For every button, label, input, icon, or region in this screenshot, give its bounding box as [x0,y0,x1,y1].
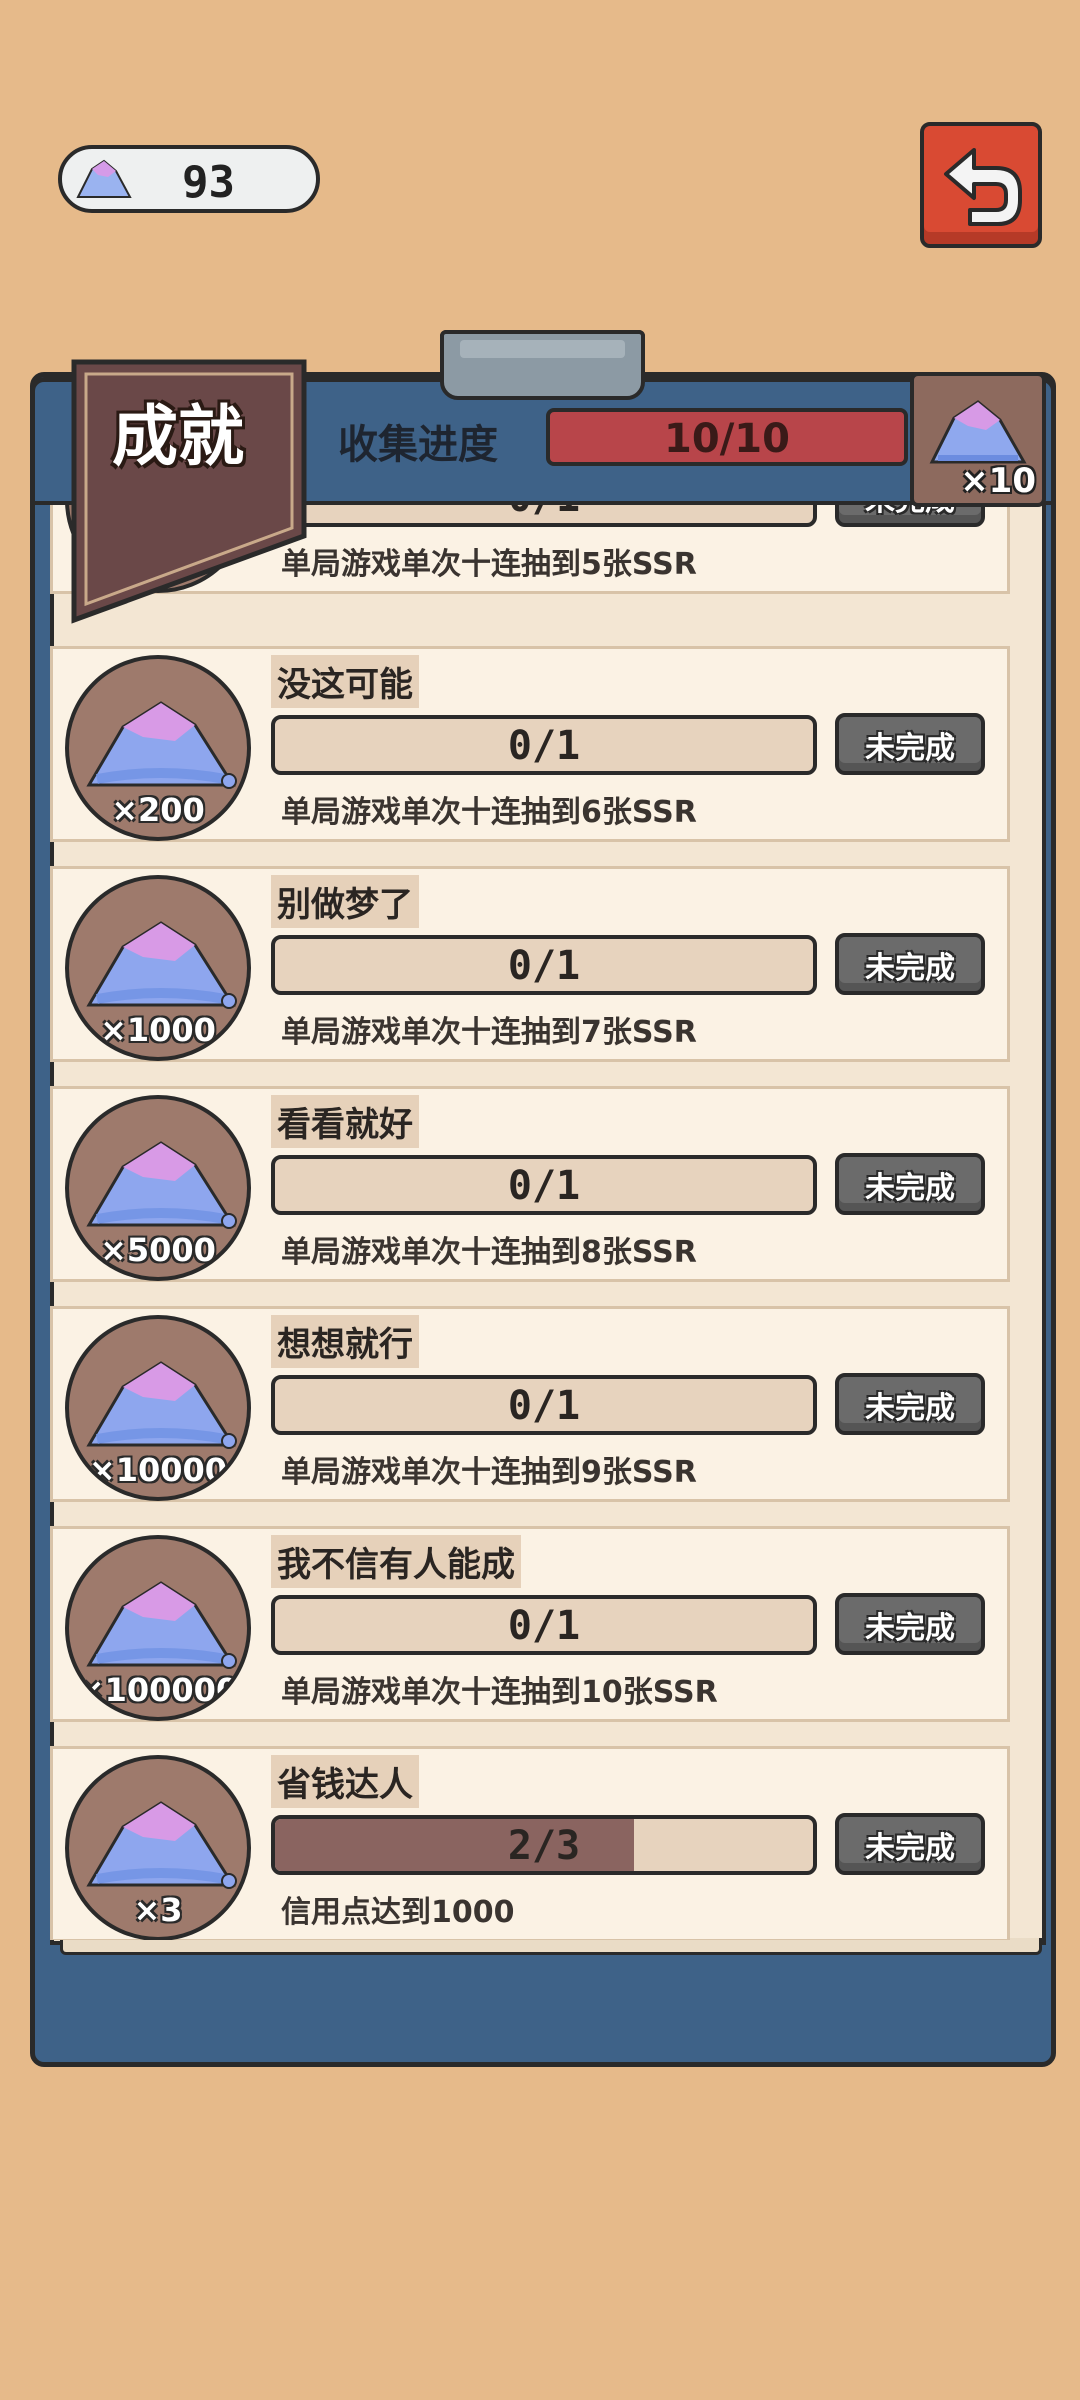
achievement-card: ×3 省钱达人 2/3 信用点达到1000 未完成 [50,1746,1010,1940]
achievement-progress-bar: 0/1 [271,935,817,995]
crystal-icon [86,1581,237,1669]
collection-reward-qty: ×10 [960,461,1036,501]
achievement-progress-bar: 2/3 [271,1815,817,1875]
reward-qty: ×10000 [88,1451,228,1489]
achievement-progress-bar: 0/1 [271,1155,817,1215]
board-clip-top [440,330,645,400]
return-arrow-icon [944,148,1022,226]
achievement-status-label: 未完成 [865,1831,955,1866]
achievement-progress-bar: 0/1 [271,1375,817,1435]
achievement-progress-text: 2/3 [507,1823,581,1869]
achievement-status-label: 未完成 [865,951,955,986]
achievement-status-label: 未完成 [865,731,955,766]
crystal-icon [929,400,1027,464]
reward-badge: ×200 [65,655,251,841]
collection-reward[interactable]: ×10 [910,372,1046,507]
back-button[interactable] [920,122,1042,248]
crystal-icon [86,1361,237,1449]
achievement-status-button[interactable]: 未完成 [835,1813,985,1875]
collection-progress-bar: 10/10 [546,408,908,466]
achievement-title: 省钱达人 [271,1755,419,1808]
reward-badge: ×100000 [65,1535,251,1721]
achievement-title: 想想就行 [271,1315,419,1368]
page-title: 成就 [112,398,244,475]
crystal-icon [86,1141,237,1229]
reward-badge: ×3 [65,1755,251,1940]
achievement-description: 单局游戏单次十连抽到5张SSR [281,547,697,582]
collection-progress-label: 收集进度 [338,422,498,468]
achievement-title: 没这可能 [271,655,419,708]
achievement-description: 信用点达到1000 [281,1895,515,1930]
achievement-description: 单局游戏单次十连抽到10张SSR [281,1675,718,1710]
reward-badge: ×10000 [65,1315,251,1501]
achievement-progress-text: 0/1 [507,1603,581,1649]
achievement-title: 看看就好 [271,1095,419,1148]
achievement-status-button[interactable]: 未完成 [835,1593,985,1655]
achievement-card: ×10000 想想就行 0/1 单局游戏单次十连抽到9张SSR 未完成 [50,1306,1010,1502]
achievement-progress-bar: 0/1 [271,715,817,775]
crystal-icon [86,921,237,1009]
crystal-icon [86,1801,237,1889]
reward-qty: ×5000 [100,1231,216,1269]
achievement-status-button[interactable]: 未完成 [835,933,985,995]
achievement-progress-text: 0/1 [507,1383,581,1429]
achievement-description: 单局游戏单次十连抽到8张SSR [281,1235,697,1270]
achievement-card: ×200 没这可能 0/1 单局游戏单次十连抽到6张SSR 未完成 [50,646,1010,842]
currency-display: 93 [58,145,320,213]
achievement-status-label: 未完成 [865,1391,955,1426]
achievement-status-button[interactable]: 未完成 [835,1153,985,1215]
achievement-card: ×100000 我不信有人能成 0/1 单局游戏单次十连抽到10张SSR 未完成 [50,1526,1010,1722]
achievement-progress-text: 0/1 [507,943,581,989]
achievement-progress-text: 0/1 [507,723,581,769]
achievement-title: 我不信有人能成 [271,1535,521,1588]
reward-qty: ×100000 [77,1671,239,1709]
achievement-status-button[interactable]: 未完成 [835,1373,985,1435]
reward-badge: ×5000 [65,1095,251,1281]
reward-qty: ×200 [111,791,205,829]
crystal-icon [76,159,132,198]
achievement-progress-text: 0/1 [507,1163,581,1209]
reward-badge: ×1000 [65,875,251,1061]
currency-value: 93 [182,157,235,208]
achievement-description: 单局游戏单次十连抽到9张SSR [281,1455,697,1490]
reward-qty: ×3 [133,1891,183,1929]
crystal-icon [86,701,237,789]
collection-progress-text: 10/10 [664,416,790,462]
achievement-description: 单局游戏单次十连抽到6张SSR [281,795,697,830]
achievement-progress-bar: 0/1 [271,1595,817,1655]
achievement-status-button[interactable]: 未完成 [835,713,985,775]
achievement-description: 单局游戏单次十连抽到7张SSR [281,1015,697,1050]
achievement-status-label: 未完成 [865,1171,955,1206]
achievement-card: ×1000 别做梦了 0/1 单局游戏单次十连抽到7张SSR 未完成 [50,866,1010,1062]
achievement-title: 别做梦了 [271,875,419,928]
paper-edge [60,1938,1042,1955]
reward-qty: ×1000 [100,1011,216,1049]
achievement-card: ×5000 看看就好 0/1 单局游戏单次十连抽到8张SSR 未完成 [50,1086,1010,1282]
achievement-status-label: 未完成 [865,1611,955,1646]
